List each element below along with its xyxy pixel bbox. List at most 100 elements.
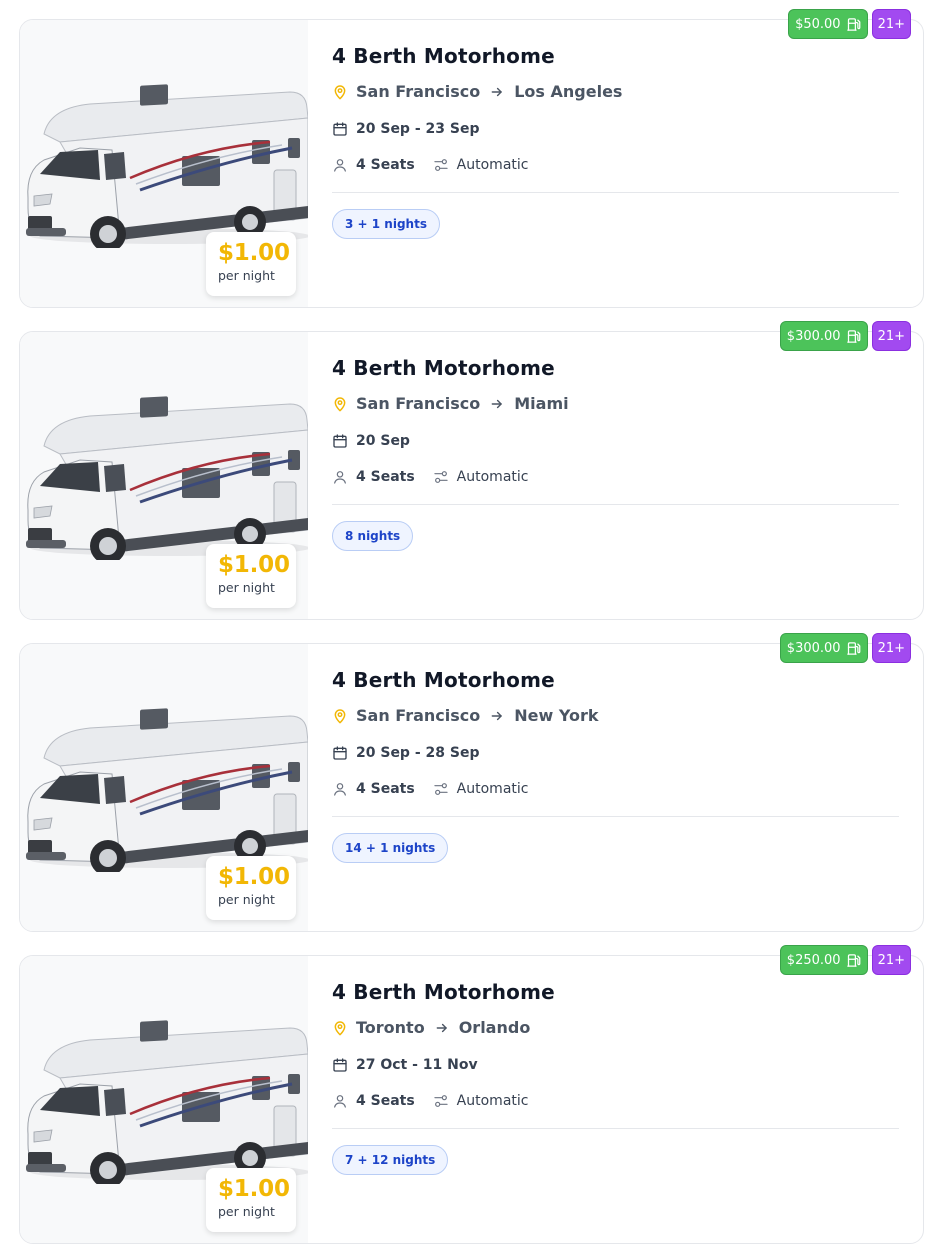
fuel-fee-amount: $300.00 bbox=[786, 640, 841, 656]
badge-group: $50.00 21+ bbox=[788, 9, 911, 39]
route: San Francisco New York bbox=[332, 706, 598, 725]
calendar-icon bbox=[333, 122, 347, 136]
fuel-pump-icon bbox=[846, 641, 860, 655]
travel-dates: 20 Sep - 28 Sep bbox=[332, 745, 479, 761]
divider bbox=[332, 504, 899, 505]
map-pin-icon bbox=[334, 1020, 346, 1035]
vehicle-title[interactable]: 4 Berth Motorhome bbox=[332, 668, 555, 692]
price-box: $1.00 per night bbox=[206, 1168, 296, 1232]
transmission-icon bbox=[434, 1095, 448, 1107]
calendar-icon bbox=[333, 1058, 347, 1072]
arrow-right-icon bbox=[490, 709, 504, 723]
calendar-icon bbox=[333, 434, 347, 448]
vehicle-specs: 4 Seats Automatic bbox=[332, 157, 528, 173]
listing-card[interactable]: $1.00 per night $300.00 21+ 4 Berth Moto… bbox=[19, 633, 924, 932]
person-icon bbox=[334, 783, 346, 796]
min-age-badge: 21+ bbox=[871, 945, 911, 975]
price-box: $1.00 per night bbox=[206, 856, 296, 920]
fuel-pump-icon bbox=[846, 329, 860, 343]
fuel-pump-icon bbox=[846, 17, 860, 31]
person-icon bbox=[334, 159, 346, 172]
dropoff-location: New York bbox=[514, 706, 599, 725]
price-unit: per night bbox=[218, 580, 275, 595]
seats-label: 4 Seats bbox=[356, 781, 415, 797]
travel-dates: 20 Sep - 23 Sep bbox=[332, 121, 479, 137]
calendar-icon bbox=[333, 746, 347, 760]
min-age-label: 21+ bbox=[877, 328, 905, 344]
seats-label: 4 Seats bbox=[356, 157, 415, 173]
transmission-icon bbox=[434, 471, 448, 483]
motorhome-image bbox=[26, 708, 308, 872]
nightly-price: $1.00 bbox=[218, 1176, 290, 1202]
nightly-price: $1.00 bbox=[218, 240, 290, 266]
transmission-icon bbox=[434, 159, 448, 171]
dropoff-location: Los Angeles bbox=[514, 82, 623, 101]
vehicle-title[interactable]: 4 Berth Motorhome bbox=[332, 356, 555, 380]
nights-pill: 3 + 1 nights bbox=[332, 209, 440, 239]
nightly-price: $1.00 bbox=[218, 552, 290, 578]
transmission-label: Automatic bbox=[456, 469, 529, 485]
person-icon bbox=[334, 1095, 346, 1108]
travel-dates: 27 Oct - 11 Nov bbox=[332, 1057, 478, 1073]
dropoff-location: Orlando bbox=[458, 1018, 531, 1037]
travel-dates: 20 Sep bbox=[332, 433, 410, 449]
min-age-label: 21+ bbox=[877, 952, 905, 968]
divider bbox=[332, 816, 899, 817]
vehicle-title[interactable]: 4 Berth Motorhome bbox=[332, 44, 555, 68]
transmission-label: Automatic bbox=[456, 1093, 529, 1109]
fuel-fee-amount: $300.00 bbox=[786, 328, 841, 344]
nightly-price: $1.00 bbox=[218, 864, 290, 890]
fuel-fee-badge: $300.00 bbox=[779, 321, 868, 351]
fuel-fee-amount: $50.00 bbox=[795, 16, 841, 32]
price-box: $1.00 per night bbox=[206, 544, 296, 608]
vehicle-image-area[interactable]: $1.00 per night bbox=[20, 20, 308, 307]
min-age-badge: 21+ bbox=[871, 9, 911, 39]
dates-label: 27 Oct - 11 Nov bbox=[356, 1057, 478, 1073]
vehicle-specs: 4 Seats Automatic bbox=[332, 781, 528, 797]
listing-card[interactable]: $1.00 per night $250.00 21+ 4 Berth Moto… bbox=[19, 945, 924, 1244]
arrow-right-icon bbox=[435, 1021, 449, 1035]
transmission-label: Automatic bbox=[456, 781, 529, 797]
map-pin-icon bbox=[334, 84, 346, 99]
vehicle-specs: 4 Seats Automatic bbox=[332, 469, 528, 485]
pickup-location: San Francisco bbox=[356, 82, 481, 101]
arrow-right-icon bbox=[490, 397, 504, 411]
fuel-fee-badge: $300.00 bbox=[779, 633, 868, 663]
seats-label: 4 Seats bbox=[356, 1093, 415, 1109]
route: San Francisco Los Angeles bbox=[332, 82, 622, 101]
min-age-label: 21+ bbox=[877, 640, 905, 656]
vehicle-specs: 4 Seats Automatic bbox=[332, 1093, 528, 1109]
fuel-pump-icon bbox=[846, 953, 860, 967]
badge-group: $250.00 21+ bbox=[779, 945, 911, 975]
motorhome-image bbox=[26, 1020, 308, 1184]
map-pin-icon bbox=[334, 396, 346, 411]
fuel-fee-badge: $50.00 bbox=[788, 9, 868, 39]
vehicle-image-area[interactable]: $1.00 per night bbox=[20, 956, 308, 1243]
vehicle-image-area[interactable]: $1.00 per night bbox=[20, 332, 308, 619]
listing-card[interactable]: $1.00 per night $300.00 21+ 4 Berth Moto… bbox=[19, 321, 924, 620]
vehicle-image-area[interactable]: $1.00 per night bbox=[20, 644, 308, 931]
dates-label: 20 Sep bbox=[356, 433, 410, 449]
price-unit: per night bbox=[218, 1204, 275, 1219]
price-unit: per night bbox=[218, 892, 275, 907]
price-unit: per night bbox=[218, 268, 275, 283]
nights-pill: 14 + 1 nights bbox=[332, 833, 449, 863]
vehicle-title[interactable]: 4 Berth Motorhome bbox=[332, 980, 555, 1004]
nights-pill: 8 nights bbox=[332, 521, 414, 551]
nights-pill: 7 + 12 nights bbox=[332, 1145, 449, 1175]
fuel-fee-badge: $250.00 bbox=[779, 945, 868, 975]
fuel-fee-amount: $250.00 bbox=[786, 952, 841, 968]
min-age-badge: 21+ bbox=[871, 321, 911, 351]
badge-group: $300.00 21+ bbox=[779, 633, 911, 663]
route: Toronto Orlando bbox=[332, 1018, 530, 1037]
arrow-right-icon bbox=[490, 85, 504, 99]
pickup-location: San Francisco bbox=[356, 394, 481, 413]
divider bbox=[332, 1128, 899, 1129]
seats-label: 4 Seats bbox=[356, 469, 415, 485]
dropoff-location: Miami bbox=[514, 394, 569, 413]
listing-card[interactable]: $1.00 per night $50.00 21+ 4 Berth Motor… bbox=[19, 9, 924, 308]
dates-label: 20 Sep - 28 Sep bbox=[356, 745, 480, 761]
person-icon bbox=[334, 471, 346, 484]
transmission-label: Automatic bbox=[456, 157, 529, 173]
price-box: $1.00 per night bbox=[206, 232, 296, 296]
